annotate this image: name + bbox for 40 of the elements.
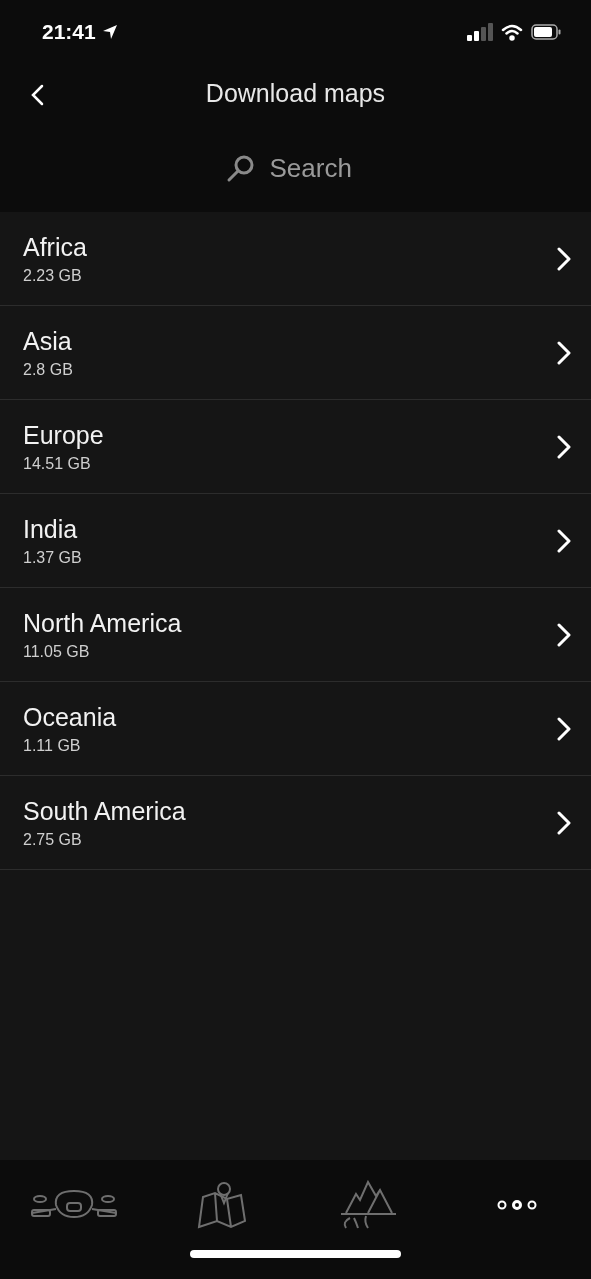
status-time: 21:41 <box>42 19 96 46</box>
region-name: Asia <box>23 326 73 355</box>
signal-icon <box>467 23 493 41</box>
battery-icon <box>531 24 561 40</box>
region-size: 1.37 GB <box>23 548 82 567</box>
mountains-icon <box>340 1180 399 1230</box>
region-row[interactable]: Asia 2.8 GB <box>0 306 591 400</box>
region-name: North America <box>23 608 182 637</box>
chevron-right-icon <box>557 434 571 459</box>
region-name: Europe <box>23 420 104 449</box>
search-icon <box>225 153 256 183</box>
location-arrow-icon <box>101 24 118 40</box>
region-size: 2.75 GB <box>23 830 83 849</box>
more-icon <box>497 1199 538 1211</box>
region-row[interactable]: South America 2.75 GB <box>0 776 591 870</box>
region-size: 2.23 GB <box>23 266 83 285</box>
wifi-icon <box>501 23 523 41</box>
region-size: 1.11 GB <box>23 736 82 755</box>
region-row[interactable]: Africa 2.23 GB <box>0 212 591 306</box>
chevron-right-icon <box>557 622 571 647</box>
region-name: South America <box>23 796 186 825</box>
chevron-right-icon <box>557 716 571 741</box>
region-row[interactable]: Europe 14.51 GB <box>0 400 591 494</box>
region-name: Oceania <box>23 702 117 731</box>
back-icon <box>30 84 44 106</box>
chevron-right-icon <box>557 528 571 553</box>
search-field[interactable]: Search <box>269 148 366 188</box>
region-row[interactable]: India 1.37 GB <box>0 494 591 588</box>
map-pin-icon <box>196 1181 247 1229</box>
chevron-right-icon <box>557 810 571 835</box>
region-name: Africa <box>23 232 87 261</box>
region-name: India <box>23 514 79 543</box>
region-row[interactable]: Oceania 1.11 GB <box>0 682 591 776</box>
screen-title: Download maps <box>205 78 386 110</box>
chevron-right-icon <box>557 340 571 365</box>
region-row[interactable]: North America 11.05 GB <box>0 588 591 682</box>
chevron-right-icon <box>557 246 571 271</box>
region-size: 14.51 GB <box>23 454 92 473</box>
region-size: 11.05 GB <box>23 642 91 661</box>
region-size: 2.8 GB <box>23 360 73 379</box>
